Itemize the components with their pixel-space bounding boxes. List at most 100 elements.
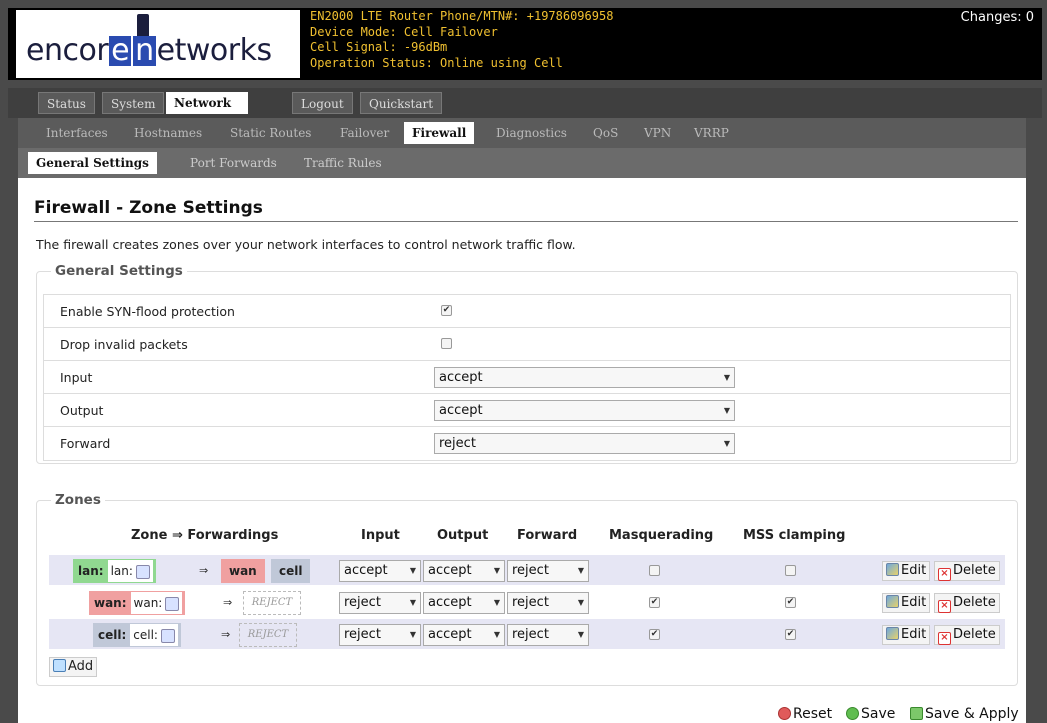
header-bar: encor e n etworks EN2000 LTE Router Phone/M… [8,8,1042,80]
forward-arrow-icon: ⇒ [223,596,233,609]
output-row: Output accept ▼ [44,394,1010,427]
tab-static-routes[interactable]: Static Routes [222,122,319,144]
tab-system[interactable]: System [102,92,165,114]
reset-button[interactable]: Reset [775,706,832,723]
edit-button[interactable]: Edit [882,561,931,581]
save-button[interactable]: Save [843,706,895,723]
forward-arrow-icon: ⇒ [221,628,231,641]
device-info: EN2000 LTE Router Phone/MTN#: +197860969… [310,9,613,71]
zone-forward-select[interactable]: reject ▼ [507,624,589,646]
zone-output-select[interactable]: accept ▼ [423,592,505,614]
zone-row-wan: wan: wan: ⇒ REJECT reject ▼ accept ▼ reject… [49,587,1005,617]
network-icon [135,564,150,579]
masquerading-checkbox[interactable]: ✔ [649,597,660,608]
dropdown-arrow-icon: ▼ [493,566,500,575]
zones-section: Zones Zone ⇒ Forwardings Input Output Fo… [36,492,1018,686]
output-select[interactable]: accept ▼ [434,400,735,421]
drop-invalid-checkbox[interactable] [441,338,452,349]
zone-network: cell: [130,624,178,646]
dropdown-arrow-icon: ▼ [493,598,500,607]
delete-icon: × [938,600,951,613]
delete-button[interactable]: × Delete [934,561,1000,581]
tab-vrrp[interactable]: VRRP [686,122,737,144]
zone-network: wan: [130,592,183,614]
tab-network[interactable]: Network [166,92,248,114]
delete-icon: × [938,632,951,645]
tab-hostnames[interactable]: Hostnames [126,122,210,144]
syn-flood-checkbox[interactable]: ✔ [441,305,452,316]
zones-table: Zone ⇒ Forwardings Input Output Forward … [49,521,1005,653]
tab-quickstart[interactable]: Quickstart [360,92,443,114]
col-mss-clamping: MSS clamping [743,528,846,543]
zone-output-select[interactable]: accept ▼ [423,624,505,646]
mss-clamping-checkbox[interactable]: ✔ [785,629,796,640]
mss-clamping-checkbox[interactable] [785,565,796,576]
main-content: Firewall - Zone Settings The firewall cr… [18,178,1026,723]
zone-forward-select[interactable]: reject ▼ [507,560,589,582]
forward-arrow-icon: ⇒ [199,564,209,577]
device-mode: Device Mode: Cell Failover [310,24,498,39]
add-zone-button[interactable]: Add [49,657,98,677]
output-select-value: accept [439,403,483,418]
tab-vpn[interactable]: VPN [636,122,679,144]
logo-text: encor e n etworks [26,33,272,68]
network-icon [165,596,180,611]
encore-networks-logo: encor e n etworks [16,10,300,78]
title-divider [34,221,1018,222]
tab-failover[interactable]: Failover [332,122,397,144]
drop-invalid-row: Drop invalid packets [44,328,1010,361]
tab-diagnostics[interactable]: Diagnostics [488,122,575,144]
page-description: The firewall creates zones over your net… [36,237,576,252]
zone-badge-wan[interactable]: wan: wan: [89,591,186,615]
general-settings-table: Enable SYN-flood protection ✔ Drop inval… [43,294,1011,461]
main-tabs: Status System Network Logout Quickstart [8,88,1042,118]
save-apply-button[interactable]: Save & Apply [907,706,1019,723]
masquerading-checkbox[interactable]: ✔ [649,629,660,640]
output-label: Output [60,403,104,418]
zone-input-select[interactable]: reject ▼ [339,624,421,646]
zone-badge-lan[interactable]: lan: lan: [73,559,156,583]
zone-network: lan: [107,560,153,582]
dropdown-arrow-icon: ▼ [409,630,416,639]
changes-counter[interactable]: Changes: 0 [961,10,1034,25]
edit-button[interactable]: Edit [882,593,931,613]
input-select[interactable]: accept ▼ [434,367,735,388]
zone-row-lan: lan: lan: ⇒ wan cell accept ▼ accept ▼ reje… [49,555,1005,585]
edit-icon [886,563,899,576]
zone-forward-select[interactable]: reject ▼ [507,592,589,614]
form-actions: Reset Save Save & Apply [18,706,1026,723]
tab-traffic-rules[interactable]: Traffic Rules [296,152,390,174]
tab-firewall[interactable]: Firewall [404,122,475,144]
masquerading-checkbox[interactable] [649,565,660,576]
zones-legend: Zones [51,492,105,508]
zone-badge-cell[interactable]: cell: cell: [93,623,181,647]
sub-tabs: Interfaces Hostnames Static Routes Failo… [18,118,1026,148]
dropdown-arrow-icon: ▼ [577,630,584,639]
tab-interfaces[interactable]: Interfaces [38,122,116,144]
edit-button[interactable]: Edit [882,625,931,645]
tab-qos[interactable]: QoS [585,122,626,144]
zone-name: wan: [94,596,127,610]
add-icon [53,659,66,672]
zone-name: cell: [98,628,127,642]
dropdown-arrow-icon: ▼ [493,630,500,639]
forward-target-reject: REJECT [239,623,297,647]
delete-button[interactable]: × Delete [934,593,1000,613]
tab-status[interactable]: Status [38,92,95,114]
zone-input-select[interactable]: accept ▼ [339,560,421,582]
save-apply-icon [910,707,923,720]
operation-status: Operation Status: Online using Cell [310,55,563,70]
tab-general-settings[interactable]: General Settings [28,152,157,174]
dropdown-arrow-icon: ▼ [409,566,416,575]
tab-logout[interactable]: Logout [292,92,353,114]
tab-port-forwards[interactable]: Port Forwards [182,152,285,174]
forward-select[interactable]: reject ▼ [434,433,735,454]
dropdown-arrow-icon: ▼ [577,566,584,575]
mss-clamping-checkbox[interactable]: ✔ [785,597,796,608]
zone-output-select[interactable]: accept ▼ [423,560,505,582]
delete-button[interactable]: × Delete [934,625,1000,645]
input-select-value: accept [439,370,483,385]
drop-invalid-label: Drop invalid packets [60,337,188,352]
dropdown-arrow-icon: ▼ [723,439,730,448]
zone-input-select[interactable]: reject ▼ [339,592,421,614]
